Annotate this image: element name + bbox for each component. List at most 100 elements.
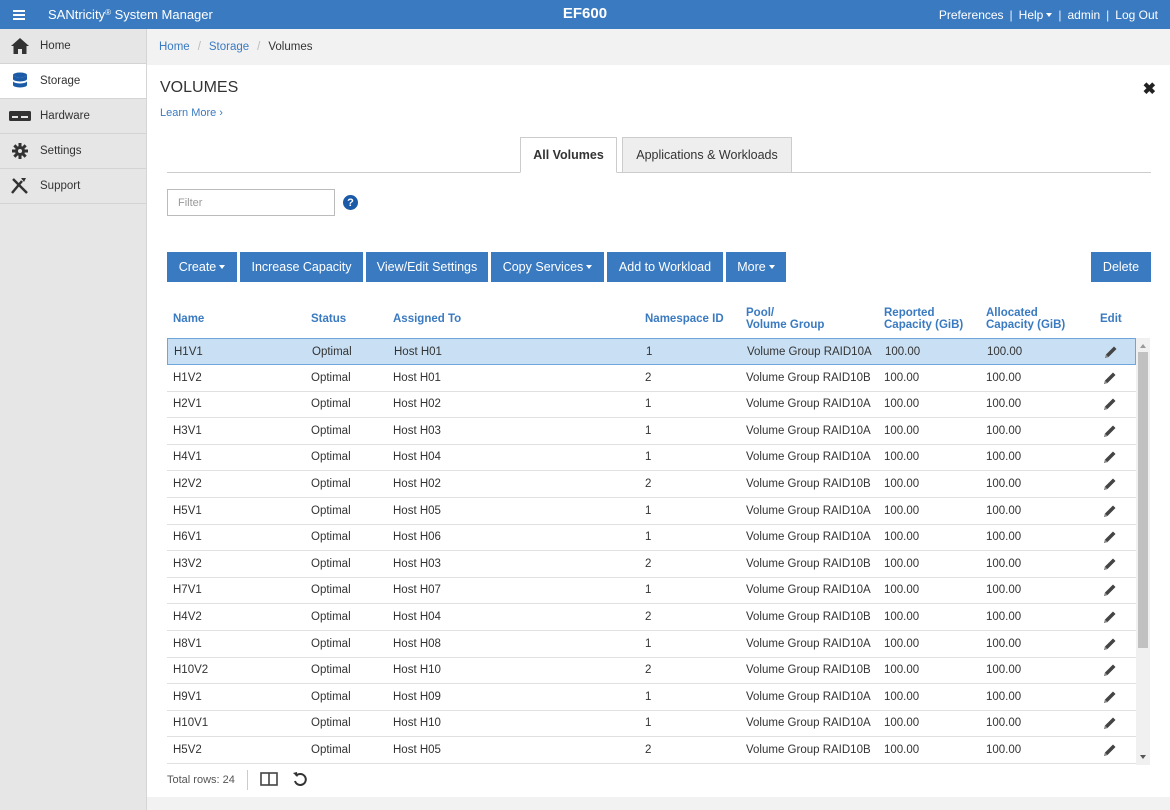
table-row[interactable]: H2V2 Optimal Host H02 2 Volume Group RAID10B… bbox=[167, 471, 1136, 498]
cell-pool: Volume Group RAID10B bbox=[746, 557, 871, 570]
column-header-namespace-id[interactable]: Namespace ID bbox=[645, 300, 724, 338]
table-row[interactable]: H7V1 Optimal Host H07 1 Volume Group RAID10A… bbox=[167, 577, 1136, 605]
cell-allocated: 100.00 bbox=[986, 584, 1022, 597]
tools-icon bbox=[8, 176, 32, 196]
delete-button[interactable]: Delete bbox=[1091, 252, 1151, 282]
cell-allocated: 100.00 bbox=[986, 611, 1022, 623]
pencil-icon[interactable] bbox=[1103, 657, 1117, 683]
tab-applications-workloads[interactable]: Applications & Workloads bbox=[622, 137, 792, 173]
cell-allocated: 100.00 bbox=[986, 637, 1022, 650]
cell-assigned: Host H05 bbox=[393, 504, 441, 517]
cell-pool: Volume Group RAID10B bbox=[746, 478, 871, 490]
cell-pool: Volume Group RAID10A bbox=[746, 637, 871, 650]
cell-allocated: 100.00 bbox=[986, 504, 1022, 517]
column-header-assigned-to[interactable]: Assigned To bbox=[393, 300, 461, 338]
pencil-icon[interactable] bbox=[1103, 471, 1117, 497]
table-row[interactable]: H5V1 Optimal Host H05 1 Volume Group RAID10A… bbox=[167, 498, 1136, 525]
table-row[interactable]: H4V2 Optimal Host H04 2 Volume Group RAID10B… bbox=[167, 604, 1136, 631]
scroll-up-icon[interactable] bbox=[1140, 344, 1146, 348]
create-button[interactable]: Create bbox=[167, 252, 237, 282]
pencil-icon[interactable] bbox=[1103, 710, 1117, 736]
table-row[interactable]: H5V2 Optimal Host H05 2 Volume Group RAID10B… bbox=[167, 737, 1136, 764]
cell-name: H4V2 bbox=[173, 611, 202, 623]
breadcrumb-home[interactable]: Home bbox=[159, 41, 190, 53]
cell-name: H8V1 bbox=[173, 637, 202, 650]
cell-assigned: Host H05 bbox=[393, 744, 441, 756]
cell-allocated: 100.00 bbox=[986, 371, 1022, 384]
cell-name: H9V1 bbox=[173, 690, 202, 703]
cell-allocated: 100.00 bbox=[986, 717, 1022, 730]
help-icon[interactable]: ? bbox=[343, 195, 358, 210]
table-row[interactable]: H4V1 Optimal Host H04 1 Volume Group RAID10A… bbox=[167, 444, 1136, 472]
cell-name: H3V1 bbox=[173, 424, 202, 437]
sidebar: Home Storage Hardware Settings Support bbox=[0, 29, 147, 810]
sidebar-item-storage[interactable]: Storage bbox=[0, 64, 146, 99]
pencil-icon[interactable] bbox=[1103, 631, 1117, 657]
table-row[interactable]: H3V1 Optimal Host H03 1 Volume Group RAID10A… bbox=[167, 418, 1136, 445]
learn-more-link[interactable]: Learn More › bbox=[160, 107, 223, 119]
pencil-icon[interactable] bbox=[1103, 365, 1117, 391]
table-row[interactable]: H9V1 Optimal Host H09 1 Volume Group RAID10A… bbox=[167, 684, 1136, 711]
pencil-icon[interactable] bbox=[1103, 604, 1117, 630]
breadcrumb: Home / Storage / Volumes bbox=[147, 29, 1170, 65]
view-edit-settings-button[interactable]: View/Edit Settings bbox=[366, 252, 488, 282]
table-row[interactable]: H3V2 Optimal Host H03 2 Volume Group RAID10B… bbox=[167, 551, 1136, 578]
pencil-icon[interactable] bbox=[1103, 498, 1117, 524]
cell-reported: 100.00 bbox=[884, 557, 920, 570]
sidebar-item-hardware[interactable]: Hardware bbox=[0, 99, 146, 134]
increase-capacity-button[interactable]: Increase Capacity bbox=[240, 252, 363, 282]
sidebar-item-settings[interactable]: Settings bbox=[0, 134, 146, 169]
refresh-icon[interactable] bbox=[292, 771, 308, 790]
filter-input[interactable] bbox=[167, 189, 335, 216]
breadcrumb-storage[interactable]: Storage bbox=[209, 41, 249, 53]
tab-all-volumes[interactable]: All Volumes bbox=[520, 137, 617, 173]
table-footer: Total rows: 24 bbox=[167, 768, 308, 792]
column-header-name[interactable]: Name bbox=[173, 300, 204, 338]
pencil-icon[interactable] bbox=[1103, 737, 1117, 763]
column-header-allocated-capacity[interactable]: Allocated Capacity (GiB) bbox=[986, 300, 1065, 338]
cell-name: H5V1 bbox=[173, 504, 202, 517]
pencil-icon[interactable] bbox=[1103, 444, 1117, 470]
cell-nsid: 1 bbox=[645, 690, 652, 703]
copy-services-button[interactable]: Copy Services bbox=[491, 252, 604, 282]
pencil-icon[interactable] bbox=[1103, 577, 1117, 603]
cell-nsid: 2 bbox=[645, 744, 652, 756]
cell-pool: Volume Group RAID10A bbox=[746, 531, 871, 544]
help-menu[interactable]: Help bbox=[1019, 8, 1053, 22]
sidebar-item-support[interactable]: Support bbox=[0, 169, 146, 204]
table-row[interactable]: H10V1 Optimal Host H10 1 Volume Group RAID10… bbox=[167, 710, 1136, 738]
cell-nsid: 2 bbox=[645, 664, 652, 677]
table-row[interactable]: H10V2 Optimal Host H10 2 Volume Group RAID10… bbox=[167, 657, 1136, 685]
table-row[interactable]: H6V1 Optimal Host H06 1 Volume Group RAID10A… bbox=[167, 524, 1136, 552]
columns-icon[interactable] bbox=[260, 771, 278, 789]
column-header-status[interactable]: Status bbox=[311, 300, 346, 338]
cell-assigned: Host H04 bbox=[393, 451, 441, 464]
cell-nsid: 1 bbox=[646, 346, 653, 358]
logout-link[interactable]: Log Out bbox=[1115, 8, 1158, 22]
table-row[interactable]: H1V2 Optimal Host H01 2 Volume Group RAID10B… bbox=[167, 365, 1136, 392]
scroll-down-icon[interactable] bbox=[1140, 755, 1146, 759]
cell-status: Optimal bbox=[311, 744, 351, 756]
pencil-icon[interactable] bbox=[1103, 391, 1117, 417]
more-button[interactable]: More bbox=[726, 252, 786, 282]
pencil-icon[interactable] bbox=[1103, 551, 1117, 577]
sidebar-item-home[interactable]: Home bbox=[0, 29, 146, 64]
menu-icon[interactable] bbox=[0, 0, 38, 29]
table-row[interactable]: H1V1 Optimal Host H01 1 Volume Group RAID10A… bbox=[167, 338, 1136, 365]
pencil-icon[interactable] bbox=[1103, 418, 1117, 444]
table-row[interactable]: H8V1 Optimal Host H08 1 Volume Group RAID10A… bbox=[167, 631, 1136, 658]
add-to-workload-button[interactable]: Add to Workload bbox=[607, 252, 723, 282]
column-header-pool[interactable]: Pool/Volume Group bbox=[746, 300, 824, 338]
column-header-reported-capacity[interactable]: Reported Capacity (GiB) bbox=[884, 300, 963, 338]
table-row[interactable]: H2V1 Optimal Host H02 1 Volume Group RAID10A… bbox=[167, 391, 1136, 419]
scrollbar-thumb[interactable] bbox=[1138, 352, 1148, 648]
table-scrollbar[interactable] bbox=[1136, 338, 1150, 765]
cell-allocated: 100.00 bbox=[986, 531, 1022, 544]
pencil-icon[interactable] bbox=[1104, 339, 1118, 365]
user-link[interactable]: admin bbox=[1067, 8, 1100, 22]
preferences-link[interactable]: Preferences bbox=[939, 8, 1004, 22]
close-icon[interactable]: ✖ bbox=[1143, 79, 1156, 99]
pencil-icon[interactable] bbox=[1103, 524, 1117, 550]
pencil-icon[interactable] bbox=[1103, 684, 1117, 710]
cell-reported: 100.00 bbox=[884, 451, 920, 464]
